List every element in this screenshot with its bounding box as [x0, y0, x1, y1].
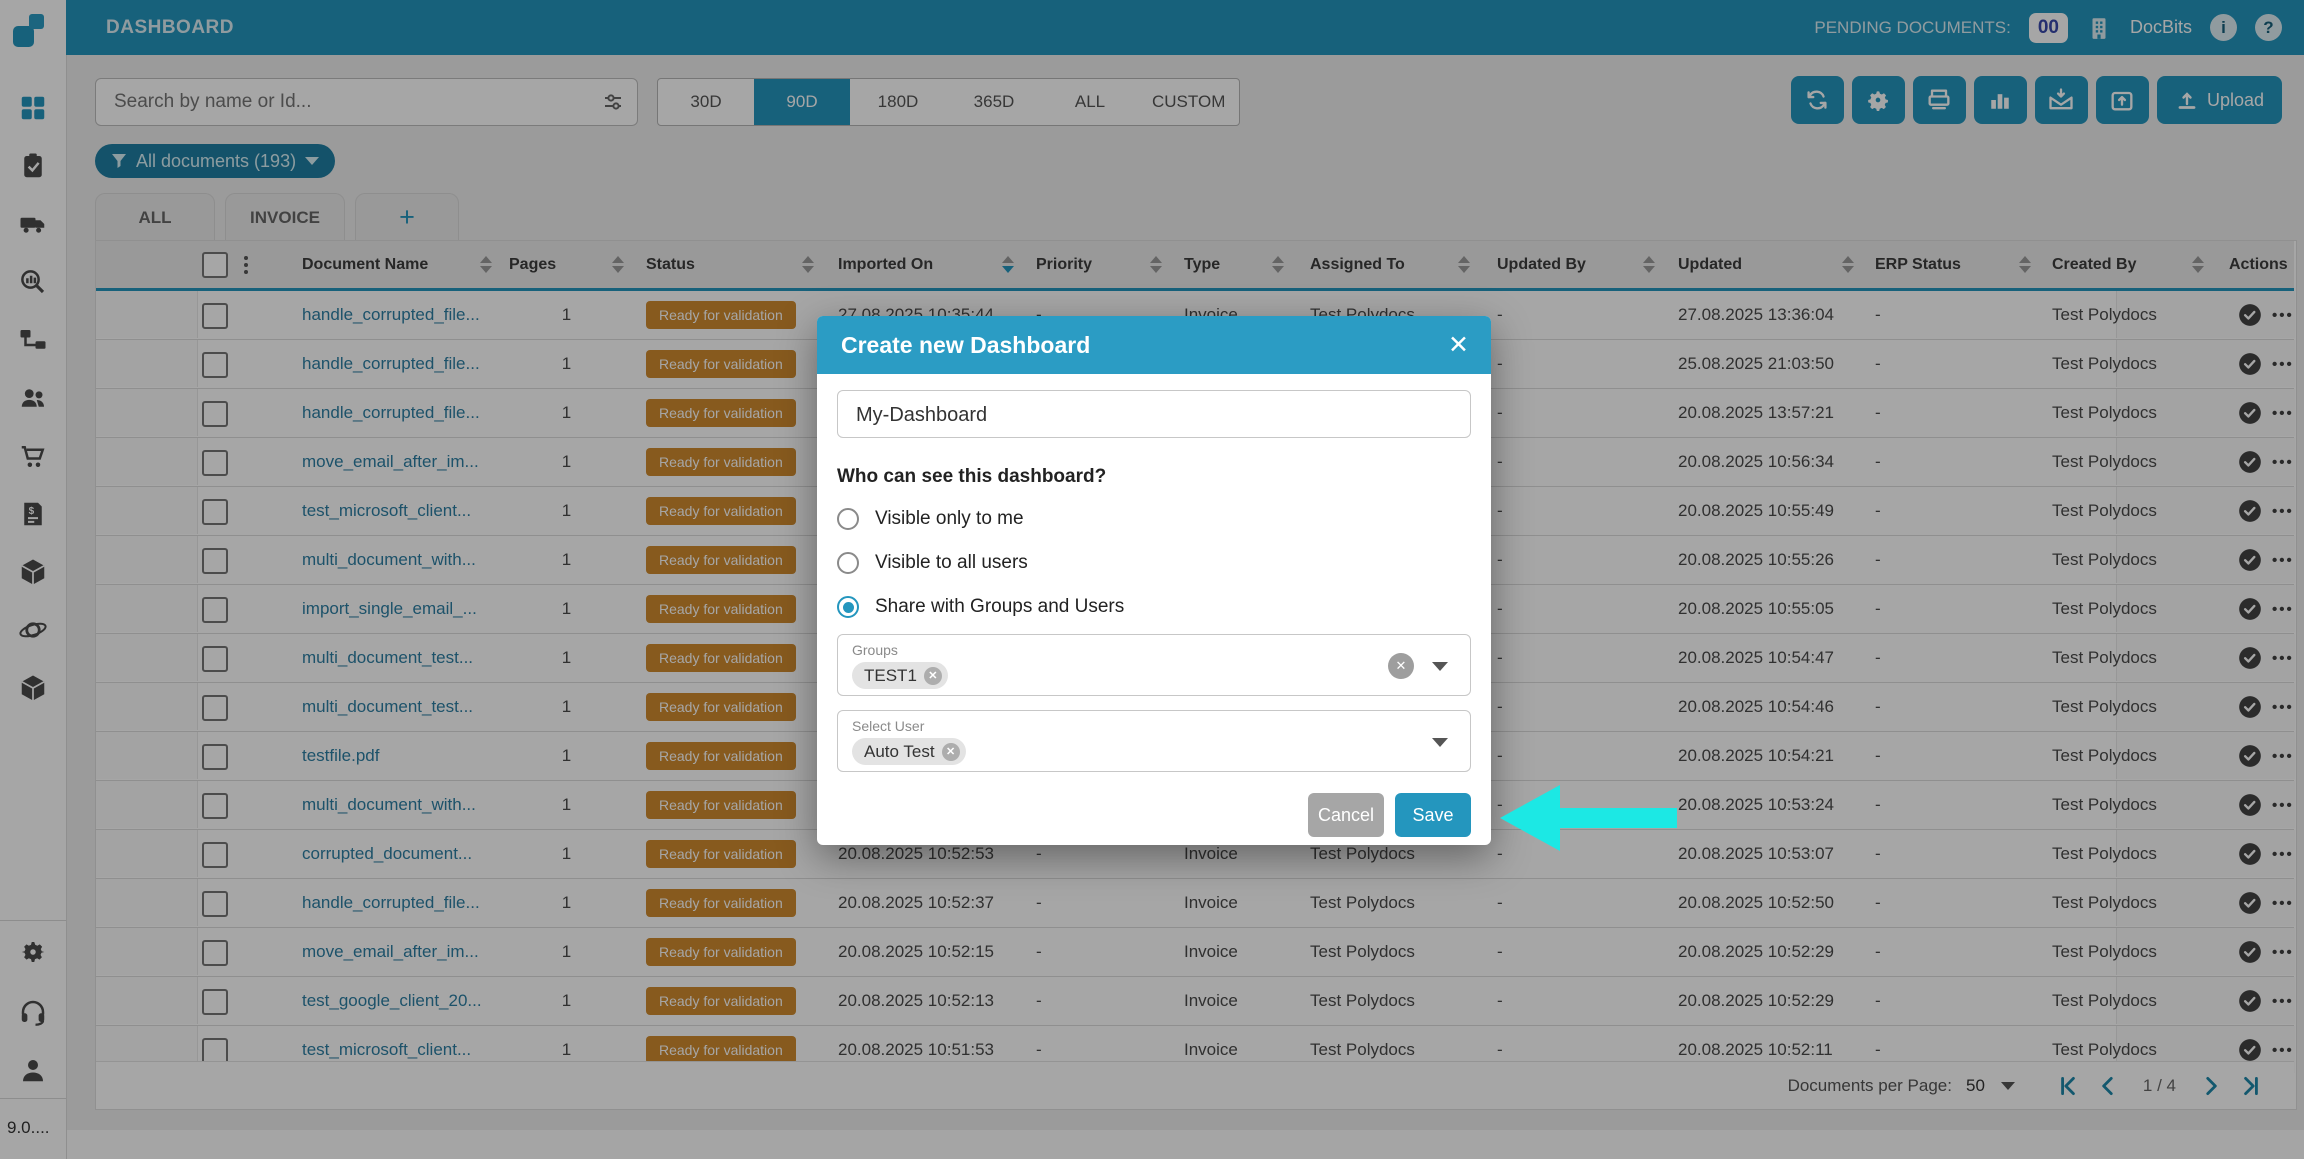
clear-field-icon[interactable]: ✕	[1388, 653, 1414, 679]
visibility-question: Who can see this dashboard?	[837, 466, 1106, 488]
close-icon[interactable]: ✕	[1448, 330, 1469, 360]
radio-label: Visible only to me	[875, 508, 1024, 530]
radio-icon[interactable]	[837, 596, 859, 618]
radio-icon[interactable]	[837, 552, 859, 574]
remove-chip-icon[interactable]: ✕	[924, 667, 942, 685]
dropdown-caret-icon[interactable]	[1432, 662, 1448, 671]
group-chip-label: TEST1	[864, 666, 917, 686]
app-screen: $ 9.0.... DASHBOARD PENDING DOCUMENTS: 0…	[0, 0, 2304, 1159]
group-chip: TEST1 ✕	[852, 662, 948, 689]
modal-title: Create new Dashboard	[841, 332, 1090, 359]
dropdown-caret-icon[interactable]	[1432, 738, 1448, 747]
cancel-button[interactable]: Cancel	[1308, 793, 1384, 837]
groups-select[interactable]: Groups TEST1 ✕ ✕	[837, 634, 1471, 696]
radio-visible-all-users[interactable]: Visible to all users	[837, 552, 1028, 574]
groups-label: Groups	[852, 642, 898, 658]
user-label: Select User	[852, 718, 924, 734]
radio-label: Visible to all users	[875, 552, 1028, 574]
create-dashboard-modal: Create new Dashboard ✕ Who can see this …	[817, 316, 1491, 845]
remove-chip-icon[interactable]: ✕	[942, 743, 960, 761]
radio-label: Share with Groups and Users	[875, 596, 1124, 618]
radio-share-groups-users[interactable]: Share with Groups and Users	[837, 596, 1124, 618]
modal-header: Create new Dashboard ✕	[817, 316, 1491, 374]
save-button[interactable]: Save	[1395, 793, 1471, 837]
user-chip: Auto Test ✕	[852, 738, 966, 765]
dashboard-name-box	[837, 390, 1471, 438]
radio-icon[interactable]	[837, 508, 859, 530]
user-chip-label: Auto Test	[864, 742, 935, 762]
annotation-arrow	[1496, 781, 1686, 861]
radio-visible-only-me[interactable]: Visible only to me	[837, 508, 1024, 530]
user-select[interactable]: Select User Auto Test ✕	[837, 710, 1471, 772]
dashboard-name-input[interactable]	[854, 391, 1458, 439]
